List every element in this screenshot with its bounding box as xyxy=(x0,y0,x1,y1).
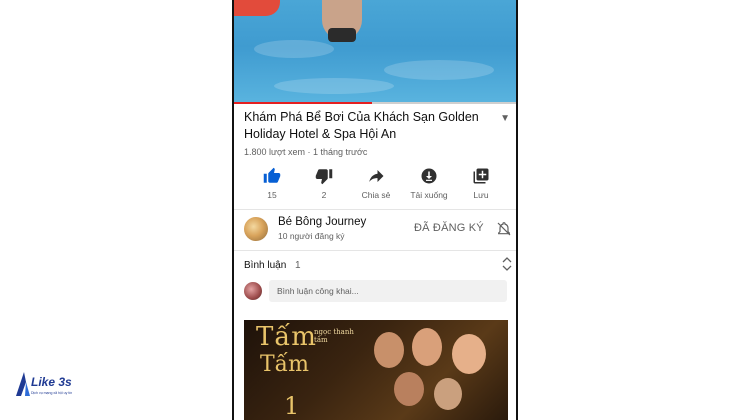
subscriber-count: 10 người đăng ký xyxy=(278,231,345,241)
save-label: Lưu xyxy=(473,190,489,200)
divider xyxy=(234,209,516,210)
expand-description-icon[interactable]: ▼ xyxy=(500,113,510,124)
thumbs-down-icon xyxy=(315,169,333,185)
channel-name[interactable]: Bé Bông Journey xyxy=(278,216,366,228)
like-count: 15 xyxy=(267,190,277,200)
subscribed-button[interactable]: ĐÃ ĐĂNG KÝ xyxy=(414,222,484,234)
logo-text: Like 3s xyxy=(31,375,72,389)
share-label: Chia sẻ xyxy=(361,190,391,200)
next-video-thumbnail[interactable]: Tấm ngọc thanh tâm Tấm 1 xyxy=(244,320,508,420)
poster-small-text: ngọc thanh tâm xyxy=(314,328,354,344)
phone-screen: Khám Phá Bể Bơi Của Khách Sạn Golden Hol… xyxy=(232,0,518,420)
thumbs-up-icon xyxy=(263,167,281,183)
like-button[interactable]: 15 xyxy=(242,163,302,200)
video-title: Khám Phá Bể Bơi Của Khách Sạn Golden Hol… xyxy=(244,110,479,141)
download-label: Tải xuống xyxy=(410,190,448,200)
notification-off-bell-icon[interactable] xyxy=(496,221,512,237)
video-title-row[interactable]: Khám Phá Bể Bơi Của Khách Sạn Golden Hol… xyxy=(244,109,514,143)
share-icon xyxy=(369,170,384,182)
dislike-button[interactable]: 2 xyxy=(294,163,354,200)
comment-input[interactable]: Bình luận công khai... xyxy=(269,280,507,302)
like3s-logo: Like 3s Dịch vụ mạng xã hội uy tín xyxy=(14,370,74,400)
user-avatar xyxy=(244,282,262,300)
poster-subtitle: Tấm xyxy=(260,352,310,377)
comments-heading: Bình luận xyxy=(244,260,287,271)
comments-section[interactable]: Bình luận 1 Bình luận công khai... xyxy=(234,252,516,310)
channel-row: Bé Bông Journey 10 người đăng ký ĐÃ ĐĂNG… xyxy=(234,211,516,249)
download-button[interactable]: Tải xuống xyxy=(399,163,459,200)
dislike-count: 2 xyxy=(321,190,327,200)
save-playlist-icon xyxy=(473,168,489,184)
divider xyxy=(234,250,516,251)
logo-tagline: Dịch vụ mạng xã hội uy tín xyxy=(31,391,73,395)
share-button[interactable]: Chia sẻ xyxy=(346,163,406,200)
video-progress-fill xyxy=(234,102,373,104)
save-button[interactable]: Lưu xyxy=(451,163,511,200)
download-icon xyxy=(421,168,437,184)
pool-float xyxy=(234,0,280,16)
expand-collapse-icon[interactable] xyxy=(502,257,512,271)
channel-avatar[interactable] xyxy=(244,217,268,241)
poster-title: Tấm xyxy=(256,322,317,352)
video-player[interactable] xyxy=(234,0,516,104)
poster-number: 1 xyxy=(284,392,300,420)
video-meta: 1.800 lượt xem · 1 tháng trước xyxy=(244,147,368,157)
action-bar: 15 2 Chia sẻ Tải xuống Lưu xyxy=(234,163,516,205)
video-progress-bar[interactable] xyxy=(234,102,516,104)
logo-mark-icon xyxy=(16,372,30,396)
comments-count: 1 xyxy=(295,260,301,271)
